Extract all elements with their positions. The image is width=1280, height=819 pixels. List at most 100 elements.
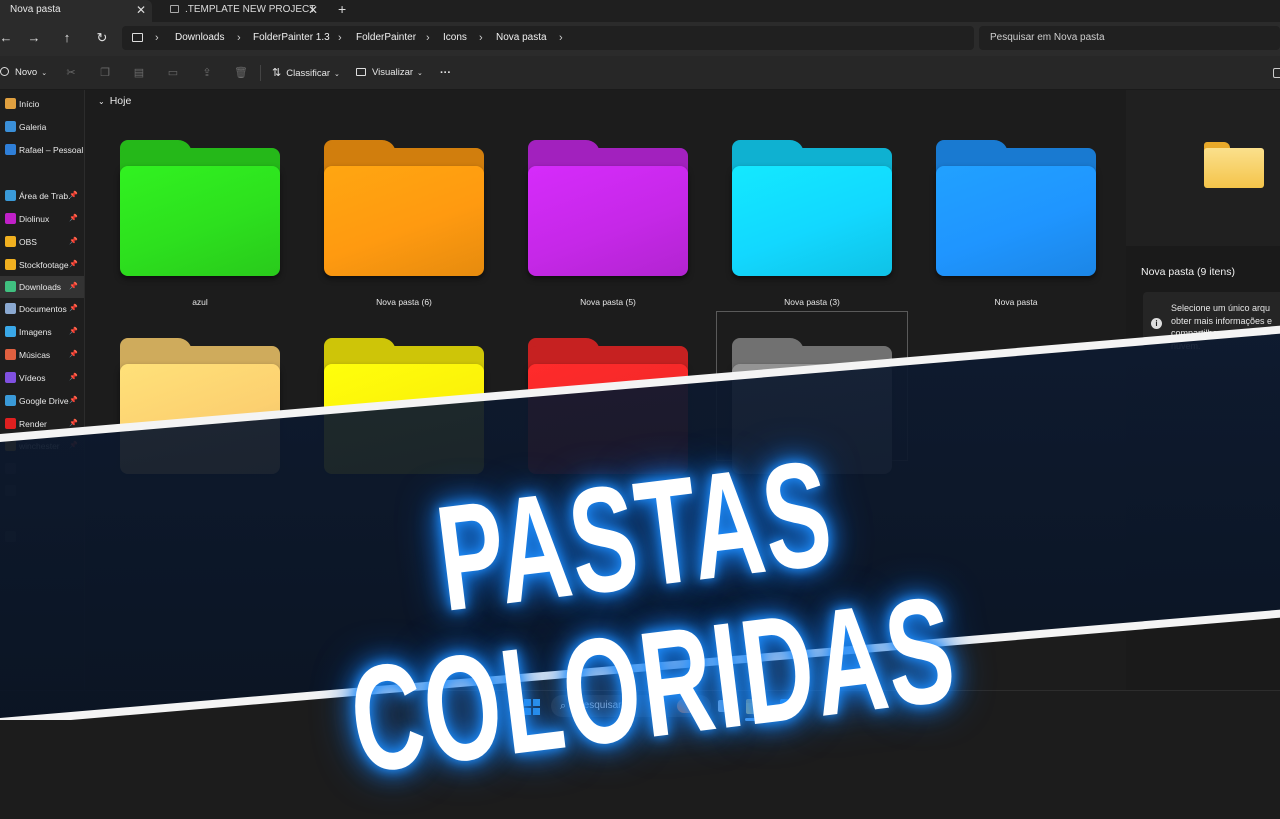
back-button[interactable]: ← [0,29,16,49]
folder-item[interactable] [120,338,280,478]
forward-button[interactable]: → [24,29,44,49]
sidebar-item-label: Rafael – Pessoal [19,145,84,155]
sidebar-item-label: Início [19,99,40,109]
chevron-down-icon: ⌄ [334,71,340,78]
address-bar[interactable]: › Downloads › FolderPainter 1.3 › Folder… [122,26,974,50]
chevron-right-icon: › [559,32,563,44]
sidebar-item-label: Google Drive [19,396,69,406]
sort-icon: ⇅ [272,67,282,79]
breadcrumb-icons[interactable]: Icons [443,26,467,50]
folder-name[interactable]: Nova pasta [914,297,1118,307]
sort-label: Classificar [286,68,331,79]
refresh-button[interactable]: ↻ [92,29,112,49]
app-icon [170,5,179,13]
close-icon[interactable]: ✕ [136,0,146,20]
pin-icon: 📌 [69,374,78,381]
folder-item[interactable] [936,140,1096,280]
sidebar-item-diolinux[interactable]: Diolinux 📌 [0,208,84,230]
sidebar-item-label: Documentos [19,304,67,314]
sidebar-item-rafael-pessoal[interactable]: Rafael – Pessoal [0,139,84,161]
more-options-button[interactable]: ··· [440,56,451,90]
close-icon[interactable]: ✕ [308,0,318,20]
sidebar-item-winchester[interactable]: winchester 📌 [0,435,84,457]
chevron-down-icon: ⌄ [41,70,48,77]
folder-icon [5,236,16,247]
sidebar-item-documentos[interactable]: Documentos 📌 [0,298,84,320]
tab-template-new-project[interactable]: .TEMPLATE NEW PROJECT ✕ [160,0,330,22]
sidebar-item-imagens[interactable]: Imagens 📌 [0,321,84,343]
pin-icon: 📌 [69,305,78,312]
sidebar-item-hidden[interactable] [0,458,84,480]
chevron-right-icon: › [237,32,241,44]
folder-item[interactable] [528,140,688,280]
chevron-right-icon: › [426,32,430,44]
sidebar-item-galeria[interactable]: Galeria [0,116,84,138]
command-bar: Novo ⌄ ✂ ❐ ▤ ▭ ⇪ 🗑 ⇅ Classificar ⌄ Visualiz… [0,56,1280,90]
folder-name[interactable]: azul [98,297,302,307]
cut-icon[interactable]: ✂ [64,66,78,80]
folder-item[interactable] [120,140,280,280]
pictures-icon [5,326,16,337]
folder-name[interactable]: Nova pasta (6) [302,297,506,307]
details-info-text: Selecione um único arqu obter mais infor… [1171,303,1273,351]
sidebar-item-stockfootage[interactable]: Stockfootage 📌 [0,254,84,276]
sidebar-item--rea-de-trab-[interactable]: Área de Trab. 📌 [0,185,84,207]
folder-icon [5,440,16,451]
plus-circle-icon [0,67,9,76]
sidebar-item-label: winchester [19,441,60,451]
desktop-icon [5,190,16,201]
pin-icon: 📌 [69,328,78,335]
chevron-right-icon: › [338,32,342,44]
folder-icon [5,395,16,406]
sidebar-item-m-sicas[interactable]: Músicas 📌 [0,344,84,366]
paste-icon[interactable]: ▤ [132,66,146,80]
monitor-icon [132,33,143,42]
breadcrumb-folderpainter-13[interactable]: FolderPainter 1.3 [253,26,330,50]
sidebar-item-hidden[interactable] [0,480,84,502]
delete-icon[interactable]: 🗑 [234,66,248,80]
rename-icon[interactable]: ▭ [166,66,180,80]
breadcrumb-downloads[interactable]: Downloads [175,26,224,50]
sidebar-item-label: Diolinux [19,214,50,224]
sidebar-item-obs[interactable]: OBS 📌 [0,231,84,253]
folder-item[interactable] [732,140,892,280]
music-icon [5,349,16,360]
sidebar-item-google-drive[interactable]: Google Drive 📌 [0,390,84,412]
tab-label: .TEMPLATE NEW PROJECT [185,4,316,15]
navigation-bar: ← → ↑ ↻ › Downloads › FolderPainter 1.3 … [0,22,1280,56]
search-input[interactable]: Pesquisar em Nova pasta [979,26,1280,50]
copy-icon[interactable]: ❐ [98,66,112,80]
new-tab-button[interactable]: + [338,1,346,17]
share-icon[interactable]: ⇪ [200,66,214,80]
sort-button[interactable]: ⇅ Classificar ⌄ [272,56,340,90]
sidebar-item-label: Músicas [19,350,51,360]
new-button[interactable]: Novo ⌄ [0,56,47,90]
onedrive-icon [5,144,16,155]
preview-area [1126,90,1280,246]
pin-icon: 📌 [69,238,78,245]
breadcrumb-nova-pasta[interactable]: Nova pasta [496,26,547,50]
folder-name[interactable]: Nova pasta (3) [710,297,914,307]
pin-icon: 📌 [69,261,78,268]
folder-name[interactable]: Nova pasta (5) [506,297,710,307]
folder-item[interactable] [324,140,484,280]
sidebar-item-render[interactable]: Render 📌 [0,413,84,435]
sidebar-item-hidden[interactable] [0,526,84,548]
tab-nova-pasta[interactable]: Nova pasta ✕ [0,0,152,22]
sidebar-item-v-deos[interactable]: Vídeos 📌 [0,367,84,389]
chevron-right-icon: › [155,32,159,44]
folder-item[interactable] [324,338,484,478]
videos-icon [5,372,16,383]
breadcrumb-folderpainter[interactable]: FolderPainter [356,26,416,50]
sidebar-item-downloads[interactable]: Downloads 📌 [0,276,84,298]
group-header-label: Hoje [109,95,132,107]
details-pane-icon[interactable] [1273,68,1280,78]
sidebar-item-label: Stockfootage [19,260,69,270]
group-header[interactable]: ⌄ Hoje [98,95,131,107]
view-button[interactable]: Visualizar ⌄ [356,56,423,90]
sidebar-item-label: Galeria [19,122,47,132]
sidebar-item-label: Downloads [19,282,62,292]
up-button[interactable]: ↑ [57,29,77,49]
sidebar-item-in-cio[interactable]: Início [0,93,84,115]
folder-icon [5,259,16,270]
